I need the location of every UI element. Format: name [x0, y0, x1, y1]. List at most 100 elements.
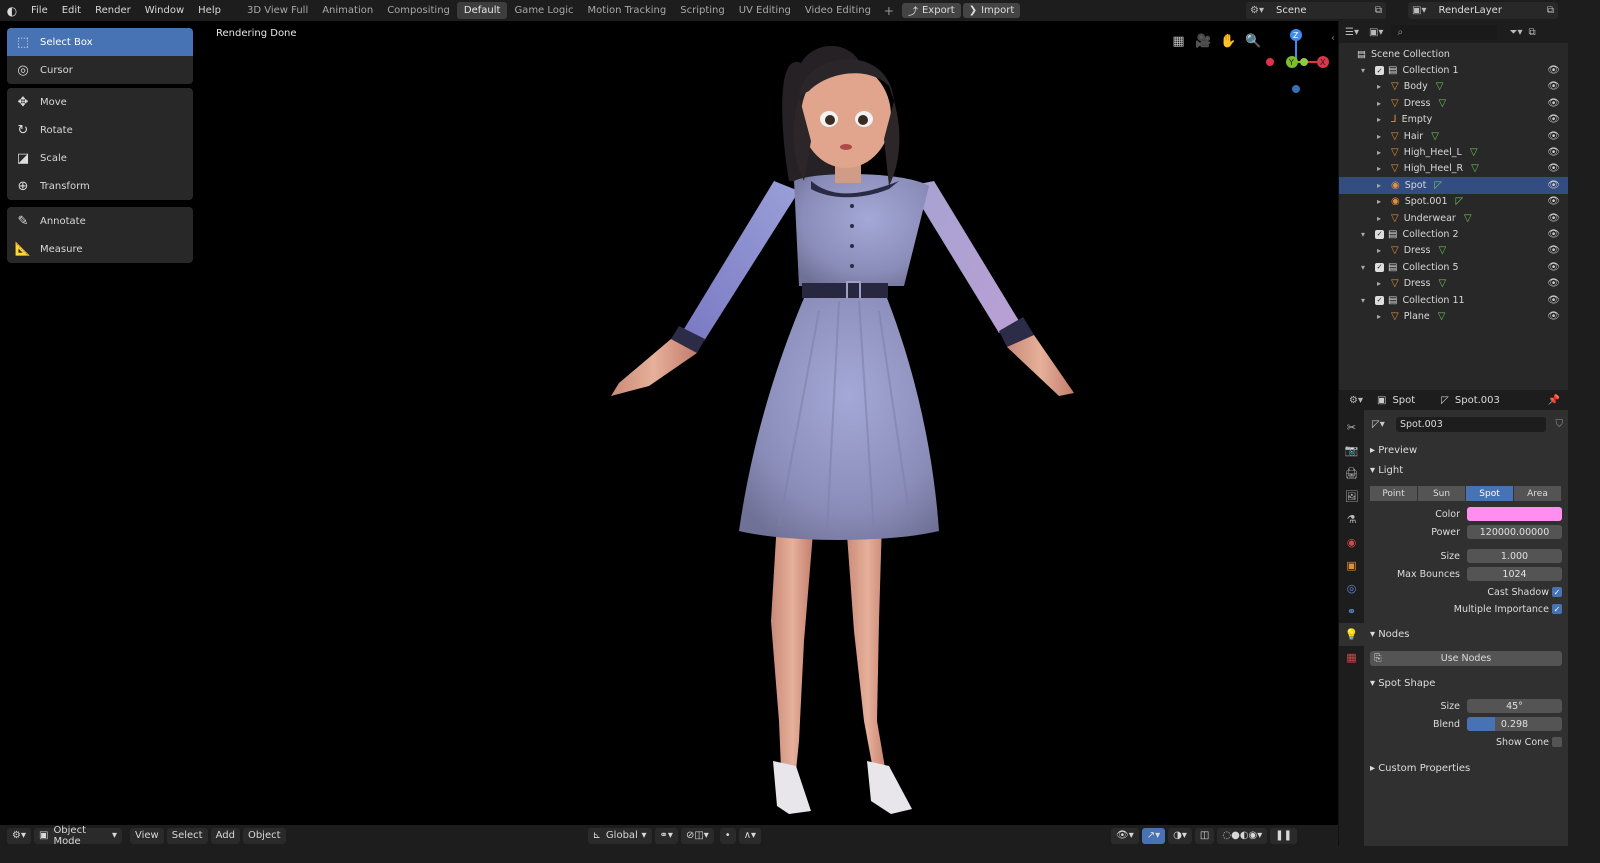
outliner-object-row[interactable]: ▸ ▽ Dress ▽ 👁: [1339, 243, 1568, 259]
collapse-arrow-icon[interactable]: ▸: [1377, 279, 1387, 288]
use-nodes-button[interactable]: ⎘ Use Nodes: [1370, 650, 1562, 666]
new-collection-icon[interactable]: ⧉: [1528, 27, 1535, 38]
output-tab-icon[interactable]: 🖨: [1339, 462, 1364, 485]
display-mode-icon[interactable]: ▣▾: [1369, 27, 1383, 38]
view-layer-tab-icon[interactable]: 🖼: [1339, 485, 1364, 508]
light-data-tab-icon[interactable]: 💡: [1339, 623, 1364, 646]
eye-visibility-icon[interactable]: 👁: [1547, 65, 1560, 76]
collapse-arrow-icon[interactable]: ▸: [1377, 82, 1387, 91]
tab-uv-editing[interactable]: UV Editing: [732, 2, 798, 19]
eye-visibility-icon[interactable]: 👁: [1547, 98, 1560, 109]
visibility-button[interactable]: 👁▾: [1111, 827, 1139, 844]
collapse-arrow-icon[interactable]: ▸: [1377, 197, 1387, 206]
tab-compositing[interactable]: Compositing: [380, 2, 457, 19]
tab-default[interactable]: Default: [456, 2, 508, 19]
export-button[interactable]: ⤴ Export: [901, 3, 961, 18]
render-layer-copy-icon[interactable]: ⧉: [1547, 5, 1554, 16]
power-field[interactable]: 120000.00000: [1467, 525, 1562, 539]
outliner-collection-row[interactable]: ▾ ✓ ▤ Collection 1 👁: [1339, 62, 1568, 78]
physics-tab-icon[interactable]: ◎: [1339, 577, 1364, 600]
collapse-arrow-icon[interactable]: ▸: [1377, 115, 1387, 124]
mesh-data-icon[interactable]: ▽: [1438, 245, 1446, 256]
outliner-search-input[interactable]: ⌕: [1391, 24, 1498, 40]
overlay-button[interactable]: ◑▾: [1168, 827, 1192, 844]
scene-copy-icon[interactable]: ⧉: [1375, 5, 1382, 16]
tool-move[interactable]: ✥ Move: [7, 88, 193, 116]
proportional-edit-button[interactable]: •: [719, 827, 736, 844]
light-type-point[interactable]: Point: [1370, 486, 1418, 501]
eye-visibility-icon[interactable]: 👁: [1547, 245, 1560, 256]
outliner-editor-icon[interactable]: ☰▾: [1345, 27, 1359, 38]
collection-checkbox[interactable]: ✓: [1375, 66, 1384, 76]
collapse-arrow-icon[interactable]: ▸: [1377, 99, 1387, 108]
tool-scale[interactable]: ◪ Scale: [7, 144, 193, 172]
eye-visibility-icon[interactable]: 👁: [1547, 196, 1560, 207]
eye-visibility-icon[interactable]: 👁: [1547, 180, 1560, 191]
menu-file[interactable]: File: [24, 5, 55, 16]
collapse-arrow-icon[interactable]: ▸: [1377, 148, 1387, 157]
menu-window[interactable]: Window: [138, 5, 191, 16]
multiple-importance-checkbox[interactable]: ✓: [1552, 604, 1562, 614]
outliner-object-row[interactable]: ▸ ▽ Hair ▽ 👁: [1339, 128, 1568, 144]
expand-arrow-icon[interactable]: ▾: [1361, 263, 1371, 272]
outliner-collection-row[interactable]: ▾ ✓ ▤ Collection 11 👁: [1339, 292, 1568, 308]
collection-checkbox[interactable]: ✓: [1375, 295, 1384, 305]
scene-tab-icon[interactable]: ⚗: [1339, 508, 1364, 531]
filter-icon[interactable]: ⏷▾: [1509, 27, 1522, 38]
tab-video-editing[interactable]: Video Editing: [798, 2, 878, 19]
object-tab-icon[interactable]: ▣: [1339, 554, 1364, 577]
collapse-arrow-icon[interactable]: ▸: [1377, 312, 1387, 321]
blender-logo-icon[interactable]: ◐: [0, 0, 24, 21]
eye-visibility-icon[interactable]: 👁: [1547, 262, 1560, 273]
tab-animation[interactable]: Animation: [315, 2, 380, 19]
spot-size-field[interactable]: 45°: [1467, 699, 1562, 713]
menu-object[interactable]: Object: [242, 827, 286, 844]
eye-visibility-icon[interactable]: 👁: [1547, 295, 1560, 306]
eye-visibility-icon[interactable]: 👁: [1547, 163, 1560, 174]
collection-checkbox[interactable]: ✓: [1375, 262, 1384, 272]
import-button[interactable]: ❯ Import: [962, 3, 1021, 18]
mesh-data-icon[interactable]: ▽: [1464, 213, 1472, 224]
fake-user-shield-icon[interactable]: ⛉: [1556, 419, 1564, 430]
render-layer-selector[interactable]: ▣▾ RenderLayer ⧉: [1408, 2, 1558, 19]
expand-arrow-icon[interactable]: ▾: [1361, 66, 1371, 75]
max-bounces-field[interactable]: 1024: [1467, 567, 1562, 581]
light-data-icon[interactable]: ◸: [1434, 180, 1442, 191]
tab-3d-view-full[interactable]: 3D View Full: [240, 2, 315, 19]
preview-section-header[interactable]: ▸ Preview: [1364, 442, 1569, 458]
collapse-arrow-icon[interactable]: ‹: [1331, 33, 1335, 44]
light-type-sun[interactable]: Sun: [1418, 486, 1466, 501]
mesh-data-icon[interactable]: ▽: [1470, 147, 1478, 158]
menu-render[interactable]: Render: [88, 5, 138, 16]
outliner-object-row[interactable]: ▸ ▽ Dress ▽ 👁: [1339, 95, 1568, 111]
world-tab-icon[interactable]: ◉: [1339, 531, 1364, 554]
constraints-tab-icon[interactable]: ⚭: [1339, 600, 1364, 623]
snap-button[interactable]: ⊘◫▾: [680, 827, 714, 844]
editor-type-button[interactable]: ⚙▾: [7, 827, 31, 844]
outliner-object-row[interactable]: ▸ ◉ Spot.001 ◸ 👁: [1339, 194, 1568, 210]
tab-motion-tracking[interactable]: Motion Tracking: [581, 2, 674, 19]
tab-scripting[interactable]: Scripting: [673, 2, 731, 19]
spot-shape-section-header[interactable]: ▾ Spot Shape: [1364, 675, 1569, 691]
pin-icon[interactable]: 📌: [1548, 395, 1560, 406]
outliner-object-row[interactable]: ▸ ▽ Body ▽ 👁: [1339, 79, 1568, 95]
collapse-arrow-icon[interactable]: ▸: [1377, 246, 1387, 255]
mode-selector[interactable]: ▣ Object Mode ▾: [33, 825, 122, 847]
color-swatch[interactable]: [1467, 507, 1562, 521]
tool-cursor[interactable]: ◎ Cursor: [7, 56, 193, 84]
pivot-button[interactable]: ⚭▾: [654, 827, 678, 844]
menu-edit[interactable]: Edit: [55, 5, 88, 16]
light-datablock-icon[interactable]: ◸▾: [1372, 419, 1385, 430]
menu-help[interactable]: Help: [191, 5, 228, 16]
tool-rotate[interactable]: ↻ Rotate: [7, 116, 193, 144]
collapse-arrow-icon[interactable]: ▸: [1377, 164, 1387, 173]
cast-shadow-checkbox[interactable]: ✓: [1552, 587, 1562, 597]
collapse-arrow-icon[interactable]: ▸: [1377, 181, 1387, 190]
eye-visibility-icon[interactable]: 👁: [1547, 229, 1560, 240]
tool-measure[interactable]: 📐 Measure: [7, 235, 193, 263]
collapse-arrow-icon[interactable]: ▸: [1377, 214, 1387, 223]
tool-annotate[interactable]: ✎ Annotate: [7, 207, 193, 235]
expand-arrow-icon[interactable]: ▾: [1361, 230, 1371, 239]
eye-visibility-icon[interactable]: 👁: [1547, 114, 1560, 125]
eye-visibility-icon[interactable]: 👁: [1547, 311, 1560, 322]
